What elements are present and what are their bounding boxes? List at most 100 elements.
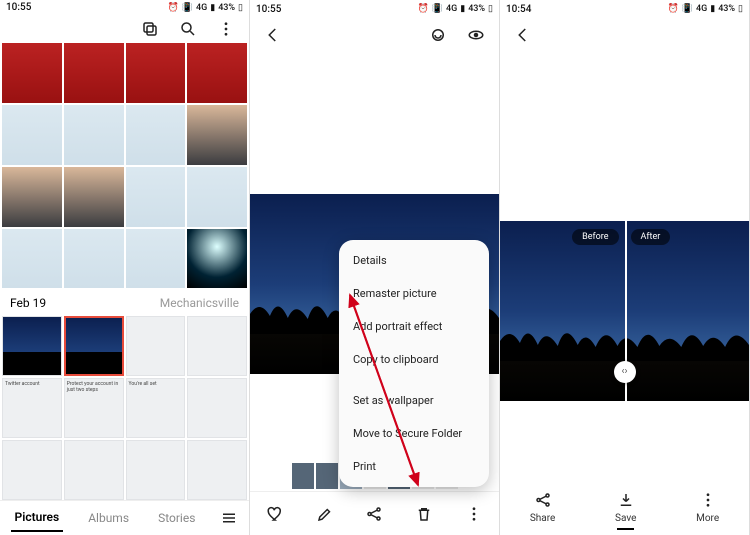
alarm-icon: ⏰ bbox=[668, 4, 679, 14]
alarm-icon: ⏰ bbox=[418, 4, 429, 14]
photo-thumb[interactable] bbox=[126, 167, 186, 227]
gallery-toolbar bbox=[0, 15, 249, 43]
menu-print[interactable]: Print bbox=[339, 450, 489, 483]
photo-thumb[interactable] bbox=[2, 167, 62, 227]
remaster-toolbar bbox=[500, 18, 749, 52]
back-icon[interactable] bbox=[514, 26, 532, 44]
section-date: Feb 19 bbox=[10, 296, 46, 310]
signal-icon: ▮ bbox=[210, 3, 215, 13]
hamburger-menu-icon[interactable] bbox=[220, 509, 238, 527]
status-indicators: ⏰ 📳 4G ▮ 43% ▯ bbox=[168, 3, 243, 13]
signal-icon: ▮ bbox=[710, 4, 715, 14]
photo-thumb[interactable] bbox=[64, 229, 124, 289]
photo-grid-section-1 bbox=[0, 43, 249, 288]
status-indicators: ⏰ 📳 4G ▮ 43% ▯ bbox=[668, 4, 743, 14]
screenshot-thumb[interactable] bbox=[187, 316, 247, 376]
vibrate-icon: 📳 bbox=[432, 4, 443, 14]
screenshot-thumb[interactable] bbox=[64, 440, 124, 500]
filmstrip-thumb[interactable] bbox=[316, 463, 338, 489]
favorite-icon[interactable] bbox=[266, 505, 284, 523]
more-button[interactable]: More bbox=[696, 491, 719, 524]
battery-text: 43% bbox=[718, 4, 735, 14]
status-time: 10:54 bbox=[506, 4, 531, 15]
screenshot-thumb[interactable] bbox=[126, 440, 186, 500]
vibrate-icon: 📳 bbox=[682, 4, 693, 14]
photo-thumb[interactable] bbox=[64, 43, 124, 103]
network-icon: 4G bbox=[196, 3, 207, 13]
menu-set-wallpaper[interactable]: Set as wallpaper bbox=[339, 384, 489, 417]
menu-portrait-effect[interactable]: Add portrait effect bbox=[339, 310, 489, 343]
create-collage-icon[interactable] bbox=[141, 20, 159, 38]
screenshot-thumb[interactable]: You're all set bbox=[126, 378, 186, 438]
photo-thumb[interactable] bbox=[187, 167, 247, 227]
viewer-toolbar bbox=[250, 18, 499, 52]
screenshot-thumb[interactable] bbox=[2, 440, 62, 500]
status-indicators: ⏰ 📳 4G ▮ 43% ▯ bbox=[418, 4, 493, 14]
bottom-nav: Pictures Albums Stories bbox=[0, 500, 249, 535]
alarm-icon: ⏰ bbox=[168, 3, 179, 13]
vibrate-icon: 📳 bbox=[182, 3, 193, 13]
photo-thumb[interactable] bbox=[64, 105, 124, 165]
menu-secure-folder[interactable]: Move to Secure Folder bbox=[339, 417, 489, 450]
delete-icon[interactable] bbox=[415, 505, 433, 523]
status-bar: 10:55 ⏰ 📳 4G ▮ 43% ▯ bbox=[0, 0, 249, 15]
screenshot-thumb[interactable] bbox=[187, 440, 247, 500]
search-icon[interactable] bbox=[179, 20, 197, 38]
battery-text: 43% bbox=[218, 3, 235, 13]
remaster-screen: 10:54 ⏰ 📳 4G ▮ 43% ▯ Before After ‹› bbox=[500, 0, 750, 535]
share-button[interactable]: Share bbox=[530, 491, 555, 524]
photo-grid-section-2: Twitter account Protect your account in … bbox=[0, 316, 249, 499]
save-button[interactable]: Save bbox=[615, 491, 636, 524]
photo-thumb[interactable] bbox=[2, 229, 62, 289]
menu-copy-clipboard[interactable]: Copy to clipboard bbox=[339, 343, 489, 376]
photo-thumb[interactable] bbox=[187, 105, 247, 165]
tab-pictures[interactable]: Pictures bbox=[11, 504, 64, 532]
battery-text: 43% bbox=[468, 4, 485, 14]
photo-thumb[interactable] bbox=[187, 43, 247, 103]
card-caption: You're all set bbox=[129, 381, 183, 387]
photo-thumb[interactable] bbox=[2, 43, 62, 103]
compare-slider-handle[interactable]: ‹› bbox=[614, 361, 636, 383]
menu-details[interactable]: Details bbox=[339, 244, 489, 277]
battery-icon: ▯ bbox=[238, 3, 243, 13]
photo-thumb[interactable] bbox=[2, 316, 62, 376]
tab-stories[interactable]: Stories bbox=[154, 505, 199, 531]
compare-canvas[interactable]: Before After ‹› bbox=[500, 52, 749, 479]
more-options-icon[interactable] bbox=[217, 20, 235, 38]
status-time: 10:55 bbox=[6, 2, 31, 13]
battery-icon: ▯ bbox=[738, 4, 743, 14]
signal-icon: ▮ bbox=[460, 4, 465, 14]
auto-enhance-icon[interactable] bbox=[429, 26, 447, 44]
photo-thumb[interactable] bbox=[126, 43, 186, 103]
photo-viewer-screen: 10:55 ⏰ 📳 4G ▮ 43% ▯ bbox=[250, 0, 500, 535]
screenshot-thumb[interactable] bbox=[126, 316, 186, 376]
photo-thumb[interactable] bbox=[126, 229, 186, 289]
overflow-menu: Details Remaster picture Add portrait ef… bbox=[339, 240, 489, 487]
photo-thumb-selected[interactable] bbox=[64, 316, 124, 376]
more-options-icon[interactable] bbox=[465, 505, 483, 523]
photo-thumb[interactable] bbox=[187, 229, 247, 289]
viewer-bottom-toolbar bbox=[250, 491, 499, 535]
screenshot-thumb[interactable]: Twitter account bbox=[2, 378, 62, 438]
screenshot-thumb[interactable] bbox=[187, 378, 247, 438]
photo-thumb[interactable] bbox=[64, 167, 124, 227]
menu-divider bbox=[339, 376, 489, 384]
tab-albums[interactable]: Albums bbox=[84, 505, 133, 531]
more-options-icon bbox=[699, 491, 717, 509]
share-icon bbox=[534, 491, 552, 509]
edit-icon[interactable] bbox=[316, 505, 334, 523]
menu-remaster[interactable]: Remaster picture bbox=[339, 277, 489, 310]
save-label: Save bbox=[615, 513, 636, 524]
gallery-screen: 10:55 ⏰ 📳 4G ▮ 43% ▯ bbox=[0, 0, 250, 535]
network-icon: 4G bbox=[446, 4, 457, 14]
share-icon[interactable] bbox=[365, 505, 383, 523]
filmstrip-thumb[interactable] bbox=[292, 463, 314, 489]
photo-thumb[interactable] bbox=[126, 105, 186, 165]
screenshot-thumb[interactable]: Protect your account in just two steps bbox=[64, 378, 124, 438]
section-location: Mechanicsville bbox=[160, 296, 239, 310]
photo-thumb[interactable] bbox=[2, 105, 62, 165]
back-icon[interactable] bbox=[264, 26, 282, 44]
before-label: Before bbox=[572, 229, 618, 245]
bixby-vision-icon[interactable] bbox=[467, 26, 485, 44]
remaster-actionbar: Share Save More bbox=[500, 479, 749, 535]
